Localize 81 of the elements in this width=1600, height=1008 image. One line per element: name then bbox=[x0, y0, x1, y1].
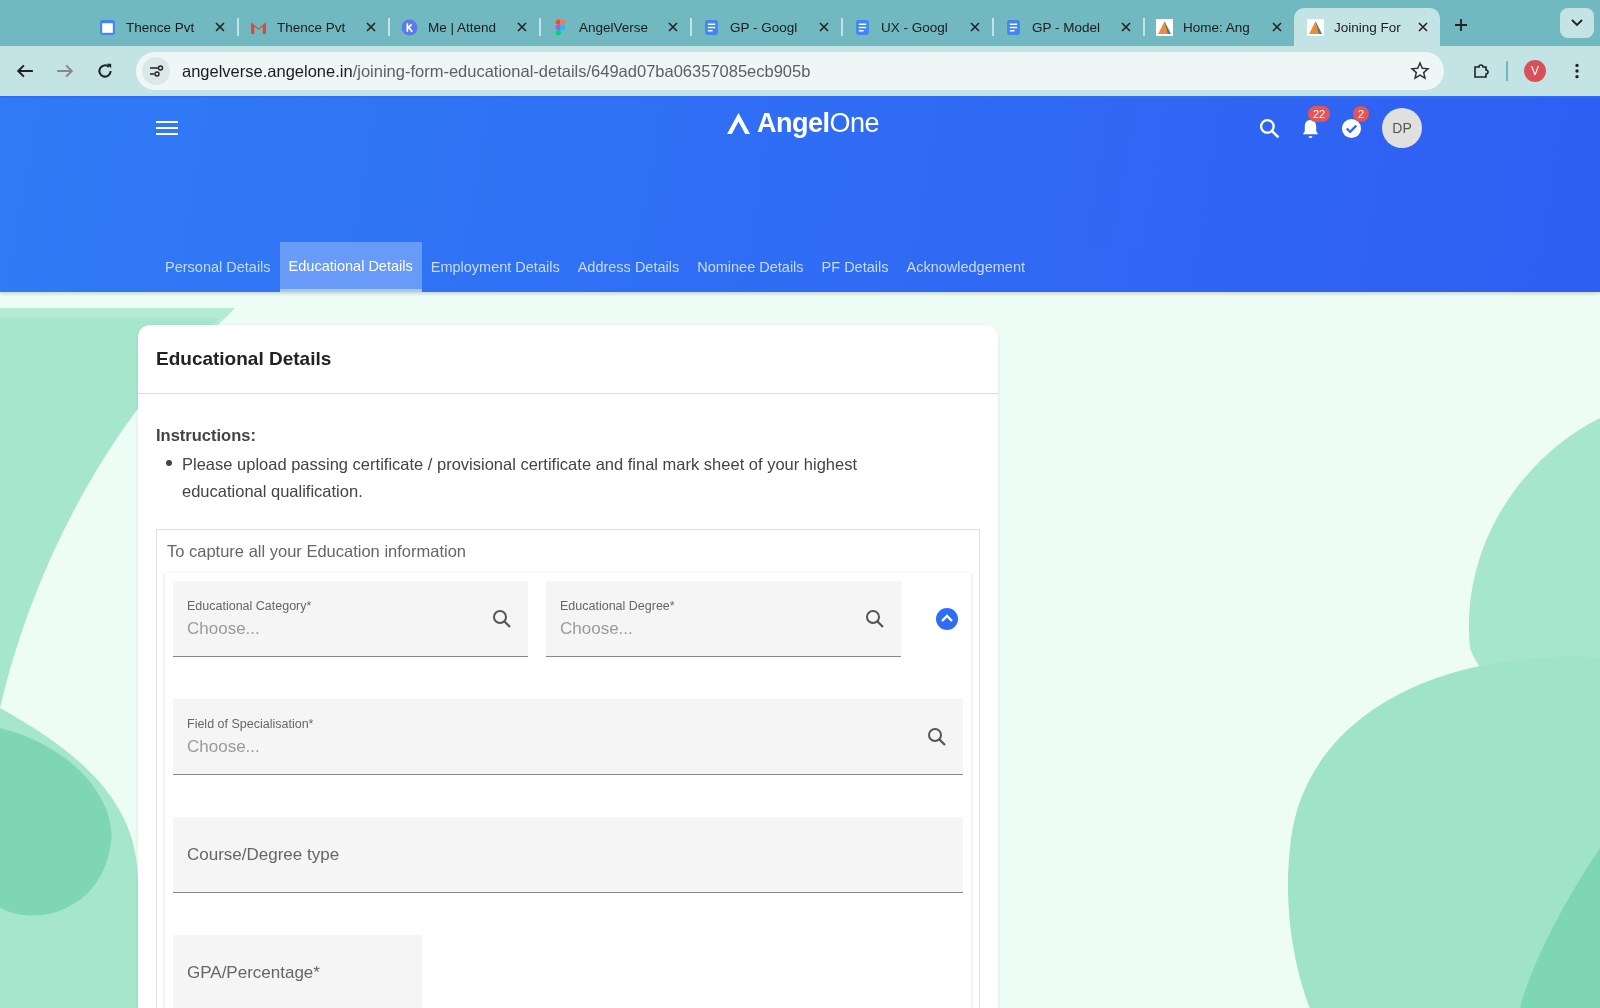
task-count: 2 bbox=[1353, 105, 1370, 122]
back-icon[interactable] bbox=[16, 62, 34, 80]
field-label: Educational Category* bbox=[187, 598, 313, 613]
instructions-heading: Instructions: bbox=[156, 426, 257, 445]
address-bar[interactable]: angelverse.angelone.in/joining-form-educational-details/649ad07ba06357085ecb905b bbox=[136, 52, 1444, 90]
browser-tab[interactable]: Me | Attend bbox=[388, 8, 539, 46]
section-tab[interactable]: Personal Details bbox=[156, 242, 280, 292]
browser-tab[interactable]: Home: Ang bbox=[1143, 8, 1294, 46]
section-tab[interactable]: Nominee Details bbox=[688, 242, 813, 292]
browser-tab[interactable]: UX - Googl bbox=[841, 8, 992, 46]
document-icon bbox=[1005, 18, 1022, 36]
tab-title: Thence Pvt bbox=[277, 19, 347, 35]
tab-title: Thence Pvt bbox=[126, 19, 196, 35]
search-select-field[interactable]: Educational Degree* Choose... bbox=[546, 581, 901, 657]
tab-title: GP - Googl bbox=[730, 19, 799, 35]
browser-tab[interactable]: Thence Pvt bbox=[86, 8, 237, 46]
notification-count: 22 bbox=[1308, 105, 1331, 122]
browser-tab[interactable]: GP - Model bbox=[992, 8, 1143, 46]
new-tab-icon[interactable] bbox=[1454, 18, 1468, 32]
close-icon[interactable] bbox=[215, 22, 225, 32]
close-icon[interactable] bbox=[1121, 22, 1131, 32]
close-icon[interactable] bbox=[366, 22, 376, 32]
card-title: Educational Details bbox=[156, 348, 332, 370]
profile-avatar[interactable]: V bbox=[1524, 60, 1546, 82]
close-icon[interactable] bbox=[819, 22, 829, 32]
search-icon[interactable] bbox=[1259, 117, 1280, 139]
user-avatar[interactable]: DP bbox=[1382, 108, 1422, 148]
forward-icon[interactable] bbox=[56, 62, 74, 80]
star-icon[interactable] bbox=[1410, 61, 1430, 81]
input-field[interactable]: Course/Degree type bbox=[173, 817, 963, 893]
close-icon[interactable] bbox=[1272, 22, 1282, 32]
logo-text: AngelOne bbox=[757, 108, 880, 139]
tab-title: Home: Ang bbox=[1183, 19, 1251, 35]
reload-icon[interactable] bbox=[96, 62, 114, 80]
field-input[interactable]: Choose... bbox=[187, 618, 492, 639]
browser-tab[interactable]: Joining For bbox=[1294, 8, 1440, 46]
check-circle-icon[interactable] bbox=[1341, 117, 1362, 139]
puzzle-icon[interactable] bbox=[1472, 62, 1490, 80]
search-icon[interactable] bbox=[927, 726, 947, 747]
menu-icon[interactable] bbox=[156, 120, 178, 136]
logo-icon bbox=[726, 112, 751, 135]
tab-title: UX - Googl bbox=[881, 19, 949, 35]
tab-title: Joining For bbox=[1334, 19, 1402, 35]
bell-icon[interactable] bbox=[1300, 117, 1321, 139]
browser-tab[interactable]: GP - Googl bbox=[690, 8, 841, 46]
section-tab[interactable]: PF Details bbox=[812, 242, 898, 292]
field-label: Educational Degree* bbox=[560, 598, 676, 613]
chevron-down-icon bbox=[1571, 19, 1583, 27]
input-field[interactable]: GPA/Percentage* bbox=[173, 935, 422, 1008]
tab-list-button[interactable] bbox=[1560, 8, 1594, 38]
url-text: angelverse.angelone.in/joining-form-educational-details/649ad07ba06357085ecb905b bbox=[182, 61, 812, 81]
section-title: To capture all your Education information bbox=[166, 541, 467, 562]
close-icon[interactable] bbox=[970, 22, 980, 32]
search-icon[interactable] bbox=[492, 608, 512, 629]
field-input[interactable]: Choose... bbox=[187, 736, 927, 757]
search-select-field[interactable]: Field of Specialisation* Choose... bbox=[173, 699, 963, 775]
tab-title: Me | Attend bbox=[428, 19, 498, 35]
section-tab[interactable]: Address Details bbox=[568, 242, 689, 292]
triangle-logo-icon bbox=[1307, 18, 1324, 36]
triangle-logo-icon bbox=[1156, 18, 1173, 36]
tab-title: GP - Model bbox=[1032, 19, 1102, 35]
document-icon bbox=[854, 18, 871, 36]
site-settings-icon[interactable] bbox=[142, 57, 170, 85]
field-input[interactable]: Choose... bbox=[560, 618, 865, 639]
tab-title: AngelVerse bbox=[579, 19, 650, 35]
calendar-icon bbox=[99, 18, 116, 36]
collapse-icon[interactable] bbox=[935, 607, 959, 631]
browser-tab[interactable]: AngelVerse bbox=[539, 8, 690, 46]
browser-tab[interactable]: Thence Pvt bbox=[237, 8, 388, 46]
bullet-icon bbox=[166, 460, 172, 466]
search-select-field[interactable]: Educational Category* Choose... bbox=[173, 581, 528, 657]
field-label: Field of Specialisation* bbox=[187, 716, 315, 731]
letter-circle-icon bbox=[401, 18, 418, 36]
close-icon[interactable] bbox=[1418, 22, 1428, 32]
section-tab[interactable]: Acknowledgement bbox=[897, 242, 1034, 292]
instruction-text: Please upload passing certificate / provisional certificate and final mark sheet of your highest educational qualification. bbox=[182, 454, 859, 502]
search-icon[interactable] bbox=[865, 608, 885, 629]
document-icon bbox=[703, 18, 720, 36]
section-tab[interactable]: Employment Details bbox=[421, 242, 569, 292]
close-icon[interactable] bbox=[668, 22, 678, 32]
close-icon[interactable] bbox=[517, 22, 527, 32]
